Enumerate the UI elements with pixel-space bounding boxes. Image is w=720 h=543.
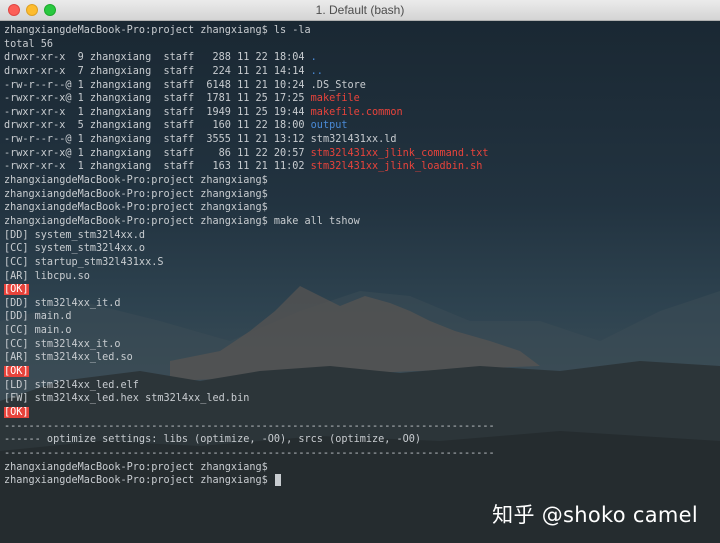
- file-name: .: [310, 52, 317, 64]
- window-title: 1. Default (bash): [315, 3, 405, 17]
- ok-status: [OK]: [4, 366, 29, 378]
- terminal-text: [DD] main.d: [4, 311, 72, 323]
- terminal-line: [OK]: [4, 406, 716, 420]
- terminal-text: total 56: [4, 38, 54, 50]
- terminal-line: [CC] main.o: [4, 324, 716, 338]
- file-listing-prefix: -rwxr-xr-x@ 1 zhangxiang staff 1781 11 2…: [4, 93, 311, 105]
- terminal-text: zhangxiangdeMacBook-Pro:project zhangxia…: [4, 175, 268, 187]
- ok-status: [OK]: [4, 284, 29, 296]
- terminal-text: zhangxiangdeMacBook-Pro:project zhangxia…: [4, 25, 311, 36]
- terminal-line: [DD] system_stm32l4xx.d: [4, 229, 716, 243]
- terminal-line: -rwxr-xr-x@ 1 zhangxiang staff 86 11 22 …: [4, 147, 716, 161]
- terminal-text: [FW] stm32l4xx_led.hex stm32l4xx_led.bin: [4, 393, 250, 405]
- terminal-text: [CC] system_stm32l4xx.o: [4, 243, 146, 255]
- terminal-text: [AR] libcpu.so: [4, 270, 90, 282]
- terminal-line: ----------------------------------------…: [4, 420, 716, 434]
- terminal-line: [OK]: [4, 283, 716, 297]
- terminal-line: zhangxiangdeMacBook-Pro:project zhangxia…: [4, 215, 716, 229]
- terminal-line: drwxr-xr-x 9 zhangxiang staff 288 11 22 …: [4, 51, 716, 65]
- terminal-line: ------ optimize settings: libs (optimize…: [4, 433, 716, 447]
- terminal-text: zhangxiangdeMacBook-Pro:project zhangxia…: [4, 475, 274, 487]
- terminal-line: -rw-r--r--@ 1 zhangxiang staff 3555 11 2…: [4, 133, 716, 147]
- file-name: stm32l431xx_jlink_command.txt: [310, 147, 489, 159]
- file-name: output: [310, 120, 348, 132]
- terminal-line: [AR] libcpu.so: [4, 270, 716, 284]
- ok-status: [OK]: [4, 406, 29, 418]
- file-name: stm32l431xx_jlink_loadbin.sh: [310, 161, 483, 173]
- terminal-text: [CC] stm32l4xx_it.o: [4, 338, 121, 350]
- terminal-text: [CC] main.o: [4, 325, 72, 337]
- text-cursor: [274, 474, 281, 487]
- terminal-line: [CC] stm32l4xx_it.o: [4, 338, 716, 352]
- terminal-line: [LD] stm32l4xx_led.elf: [4, 379, 716, 393]
- terminal-line: [OK]: [4, 365, 716, 379]
- file-listing-prefix: -rwxr-xr-x 1 zhangxiang staff 1949 11 25…: [4, 106, 311, 118]
- file-name: stm32l431xx.ld: [310, 134, 397, 146]
- terminal-line: drwxr-xr-x 7 zhangxiang staff 224 11 21 …: [4, 65, 716, 79]
- terminal-text: [AR] stm32l4xx_led.so: [4, 352, 133, 364]
- terminal-line: -rwxr-xr-x 1 zhangxiang staff 163 11 21 …: [4, 160, 716, 174]
- terminal-line: total 56: [4, 38, 716, 52]
- terminal-text: zhangxiangdeMacBook-Pro:project zhangxia…: [4, 202, 268, 214]
- file-listing-prefix: drwxr-xr-x 7 zhangxiang staff 224 11 21 …: [4, 65, 311, 77]
- file-name: makefile.common: [310, 106, 403, 118]
- terminal-line: [DD] main.d: [4, 310, 716, 324]
- terminal-line: ----------------------------------------…: [4, 447, 716, 461]
- terminal-pane[interactable]: zhangxiangdeMacBook-Pro:project zhangxia…: [0, 21, 720, 543]
- terminal-line: [CC] system_stm32l4xx.o: [4, 242, 716, 256]
- file-listing-prefix: drwxr-xr-x 9 zhangxiang staff 288 11 22 …: [4, 52, 311, 64]
- watermark: 知乎 @shoko camel: [492, 503, 698, 527]
- terminal-line: zhangxiangdeMacBook-Pro:project zhangxia…: [4, 188, 716, 202]
- file-listing-prefix: -rw-r--r--@ 1 zhangxiang staff 3555 11 2…: [4, 134, 311, 146]
- terminal-text: ------ optimize settings: libs (optimize…: [4, 434, 422, 446]
- terminal-line: -rw-r--r--@ 1 zhangxiang staff 6148 11 2…: [4, 79, 716, 93]
- terminal-line: [FW] stm32l4xx_led.hex stm32l4xx_led.bin: [4, 392, 716, 406]
- terminal-text: ----------------------------------------…: [4, 447, 495, 459]
- terminal-line: drwxr-xr-x 5 zhangxiang staff 160 11 22 …: [4, 119, 716, 133]
- terminal-line: [CC] startup_stm32l431xx.S: [4, 256, 716, 270]
- file-listing-prefix: -rwxr-xr-x 1 zhangxiang staff 163 11 21 …: [4, 161, 311, 173]
- file-listing-prefix: -rw-r--r--@ 1 zhangxiang staff 6148 11 2…: [4, 79, 311, 91]
- terminal-line: zhangxiangdeMacBook-Pro:project zhangxia…: [4, 201, 716, 215]
- terminal-text: [LD] stm32l4xx_led.elf: [4, 379, 139, 391]
- terminal-line: zhangxiangdeMacBook-Pro:project zhangxia…: [4, 461, 716, 475]
- terminal-line: zhangxiangdeMacBook-Pro:project zhangxia…: [4, 24, 716, 38]
- file-listing-prefix: -rwxr-xr-x@ 1 zhangxiang staff 86 11 22 …: [4, 147, 311, 159]
- terminal-output: zhangxiangdeMacBook-Pro:project zhangxia…: [4, 24, 716, 488]
- terminal-text: zhangxiangdeMacBook-Pro:project zhangxia…: [4, 188, 268, 200]
- file-name: ..: [310, 65, 323, 77]
- terminal-line: -rwxr-xr-x@ 1 zhangxiang staff 1781 11 2…: [4, 92, 716, 106]
- terminal-text: [CC] startup_stm32l431xx.S: [4, 256, 164, 268]
- file-name: .DS_Store: [310, 79, 366, 91]
- terminal-text: zhangxiangdeMacBook-Pro:project zhangxia…: [4, 215, 360, 227]
- terminal-text: [DD] stm32l4xx_it.d: [4, 297, 121, 309]
- terminal-line: zhangxiangdeMacBook-Pro:project zhangxia…: [4, 474, 716, 488]
- terminal-line: [DD] stm32l4xx_it.d: [4, 297, 716, 311]
- terminal-line: -rwxr-xr-x 1 zhangxiang staff 1949 11 25…: [4, 106, 716, 120]
- terminal-line: [AR] stm32l4xx_led.so: [4, 351, 716, 365]
- file-listing-prefix: drwxr-xr-x 5 zhangxiang staff 160 11 22 …: [4, 120, 311, 132]
- title-bar[interactable]: 1. Default (bash): [0, 0, 720, 21]
- terminal-text: [DD] system_stm32l4xx.d: [4, 229, 146, 241]
- terminal-line: zhangxiangdeMacBook-Pro:project zhangxia…: [4, 174, 716, 188]
- terminal-text: ----------------------------------------…: [4, 420, 495, 432]
- terminal-window: 1. Default (bash) zhangxiangdeMacBook-Pr…: [0, 0, 720, 543]
- file-name: makefile: [310, 93, 360, 105]
- terminal-text: zhangxiangdeMacBook-Pro:project zhangxia…: [4, 461, 268, 473]
